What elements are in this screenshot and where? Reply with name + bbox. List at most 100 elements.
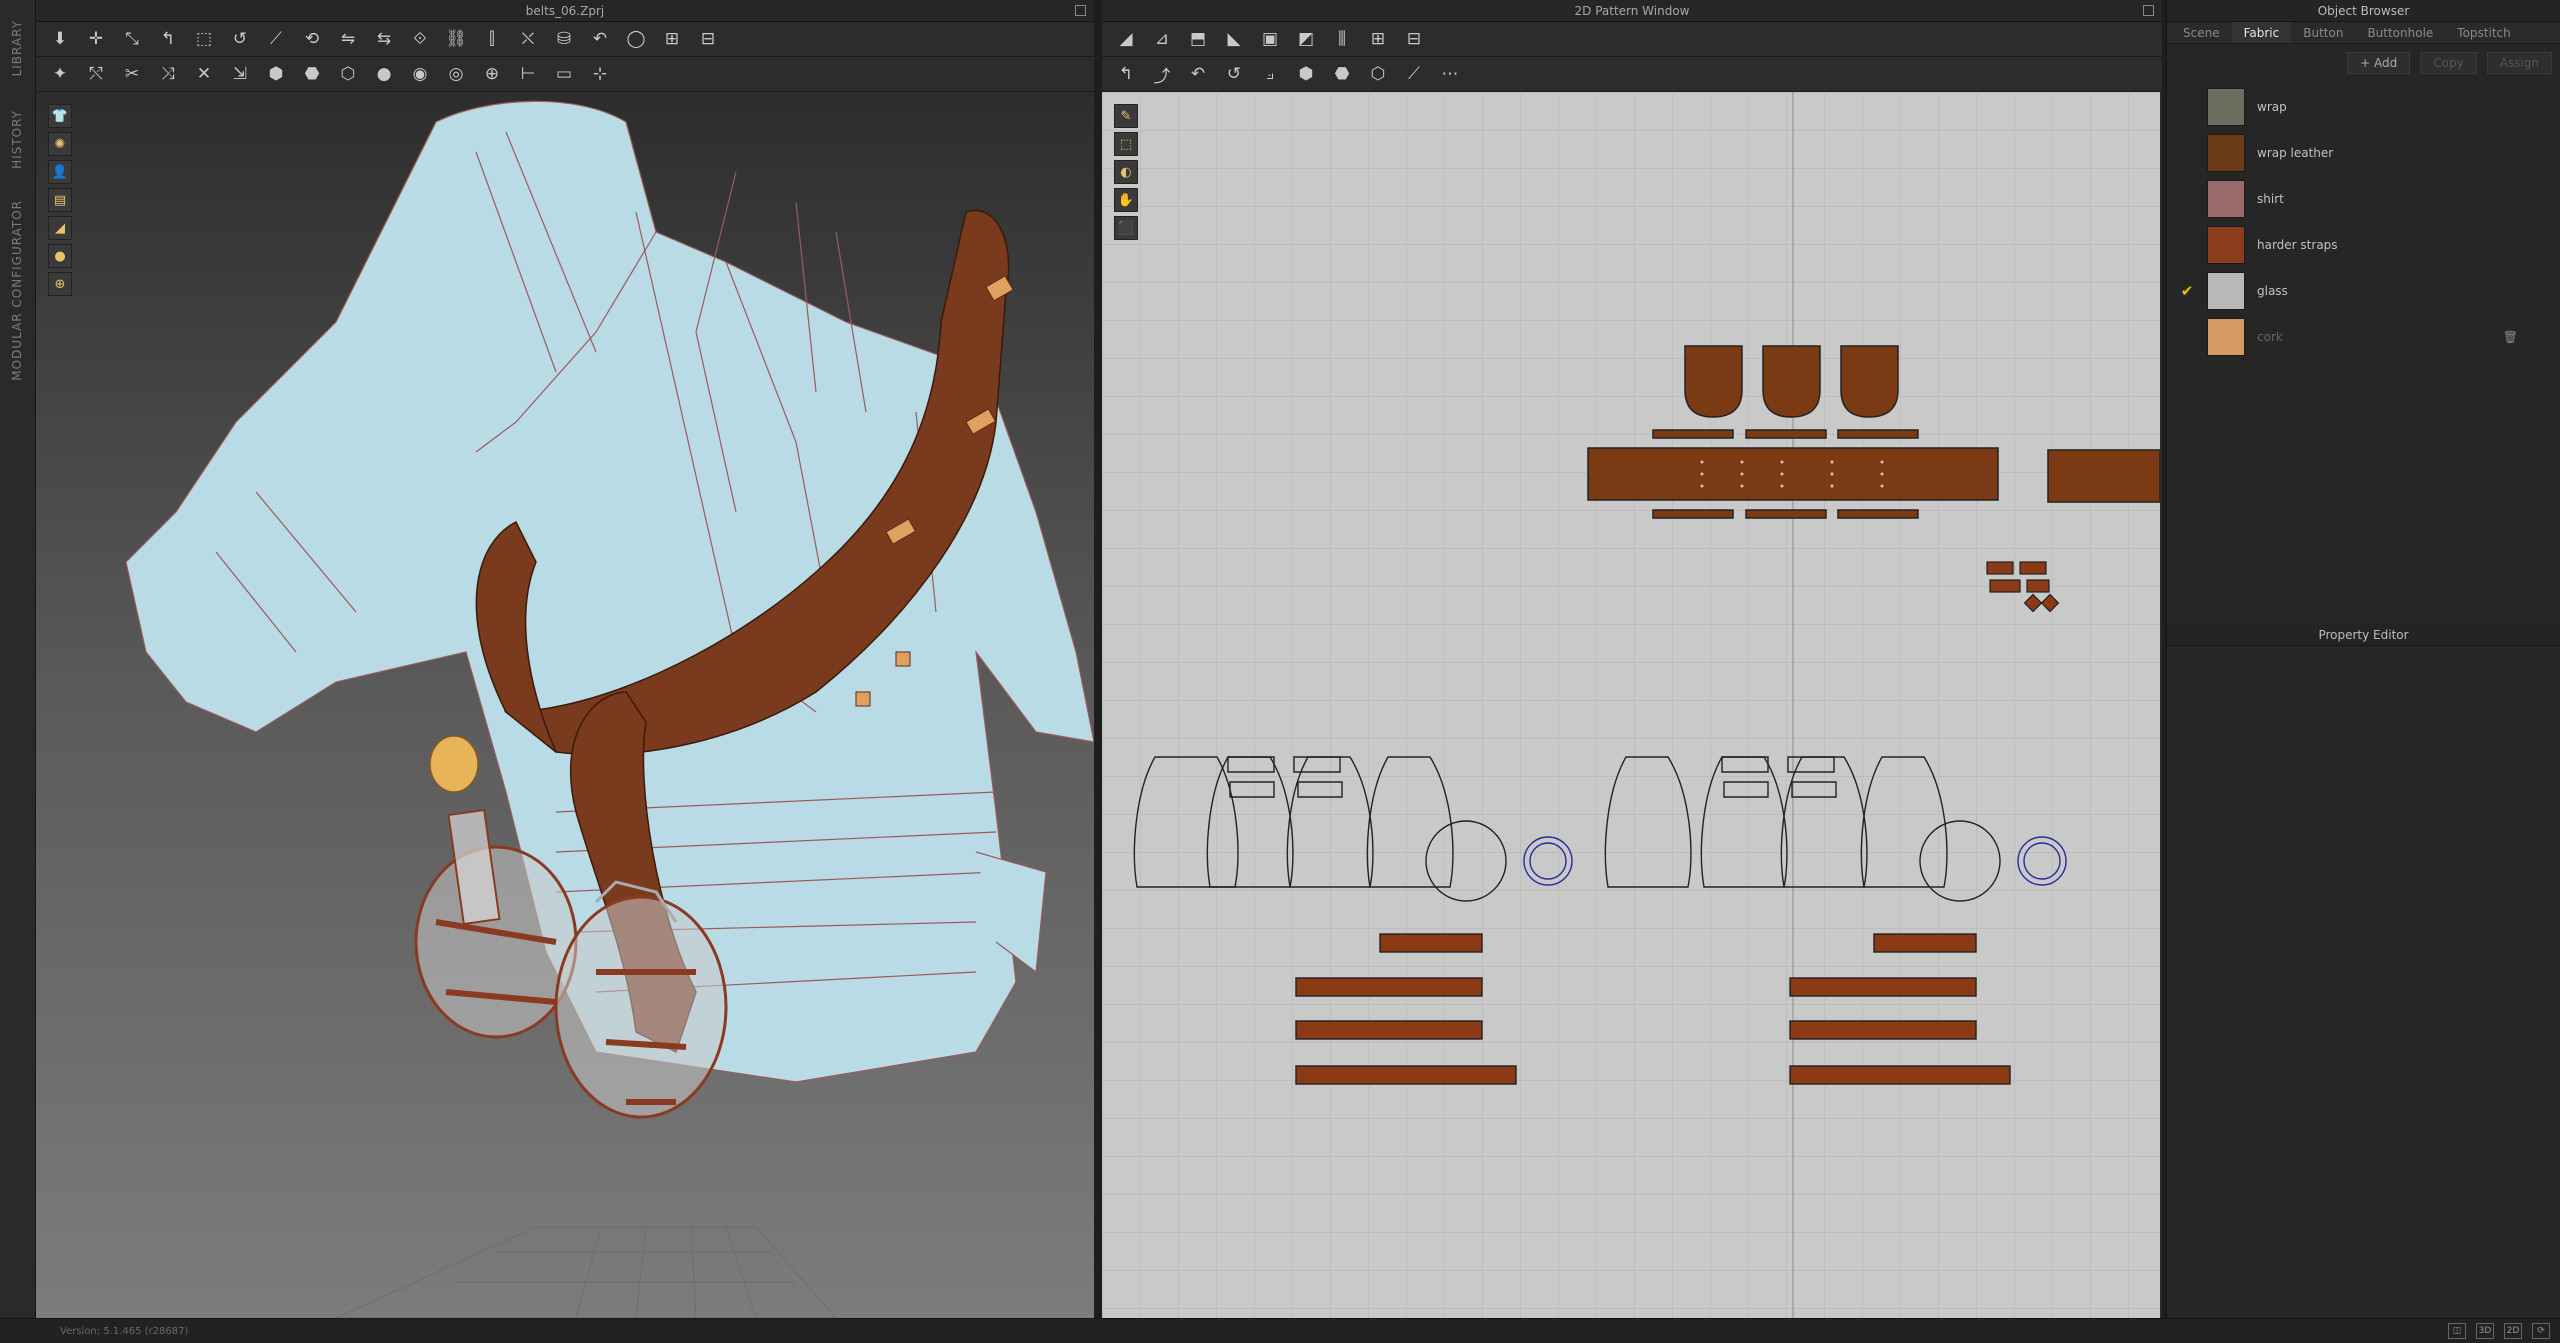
- tab-fabric[interactable]: Fabric: [2231, 22, 2292, 43]
- tab-scene[interactable]: Scene: [2171, 22, 2232, 43]
- popout-icon[interactable]: [1075, 5, 1086, 16]
- t3r1-tool-18-icon[interactable]: ⊟: [694, 25, 722, 53]
- v3tools-tool-2-icon[interactable]: 👤: [48, 160, 72, 184]
- t2r1-tool-0-icon[interactable]: ◢: [1112, 25, 1140, 53]
- assign-fabric-button[interactable]: Assign: [2486, 52, 2552, 74]
- t2r2-tool-7-icon[interactable]: ⬡: [1364, 60, 1392, 88]
- t3r1-tool-1-icon[interactable]: ✛: [82, 25, 110, 53]
- v2tools-tool-0-icon[interactable]: ✎: [1114, 104, 1138, 128]
- t2r2-tool-1-icon[interactable]: ⤴: [1148, 60, 1176, 88]
- tab-button[interactable]: Button: [2291, 22, 2355, 43]
- fabric-swatch[interactable]: [2207, 180, 2245, 218]
- fabric-item[interactable]: wrap: [2167, 84, 2560, 130]
- t2r1-tool-6-icon[interactable]: ⫼: [1328, 25, 1356, 53]
- t3r1-tool-13-icon[interactable]: ⛌: [514, 25, 542, 53]
- t3r2-tool-0-icon[interactable]: ✦: [46, 60, 74, 88]
- t3r1-tool-17-icon[interactable]: ⊞: [658, 25, 686, 53]
- fabric-swatch[interactable]: [2207, 134, 2245, 172]
- history-tab[interactable]: HISTORY: [10, 110, 24, 169]
- 3d-viewport[interactable]: 👕 ✺ 👤 ▤ ◢ ● ⊕: [36, 92, 1094, 1318]
- v3tools-tool-1-icon[interactable]: ✺: [48, 132, 72, 156]
- fabric-item[interactable]: wrap leather: [2167, 130, 2560, 176]
- t2r2-tool-2-icon[interactable]: ↶: [1184, 60, 1212, 88]
- t3r2-tool-4-icon[interactable]: ✕: [190, 60, 218, 88]
- t3r1-tool-5-icon[interactable]: ↺: [226, 25, 254, 53]
- t3r1-tool-10-icon[interactable]: ⟐: [406, 25, 434, 53]
- t3r1-tool-8-icon[interactable]: ⇋: [334, 25, 362, 53]
- view-mode-button-0[interactable]: ◫: [2448, 1323, 2466, 1339]
- t2r2-tool-4-icon[interactable]: ⟓: [1256, 60, 1284, 88]
- t3r2-tool-6-icon[interactable]: ⬢: [262, 60, 290, 88]
- t3r2-tool-10-icon[interactable]: ◉: [406, 60, 434, 88]
- t2r1-tool-4-icon[interactable]: ▣: [1256, 25, 1284, 53]
- fabric-swatch[interactable]: [2207, 226, 2245, 264]
- t3r2-tool-2-icon[interactable]: ✂: [118, 60, 146, 88]
- t3r1-tool-12-icon[interactable]: ⫿: [478, 25, 506, 53]
- t2r1-tool-2-icon[interactable]: ⬒: [1184, 25, 1212, 53]
- 2d-viewport[interactable]: ✎ ⬚ ◐ ✋ ⬛: [1102, 92, 2160, 1318]
- modular-configurator-tab[interactable]: MODULAR CONFIGURATOR: [10, 200, 24, 381]
- t2r1-tool-8-icon[interactable]: ⊟: [1400, 25, 1428, 53]
- t2r1-tool-1-icon[interactable]: ⊿: [1148, 25, 1176, 53]
- 2d-window-title: 2D Pattern Window: [1574, 4, 1690, 18]
- t3r1-tool-4-icon[interactable]: ⬚: [190, 25, 218, 53]
- t3r2-tool-8-icon[interactable]: ⬡: [334, 60, 362, 88]
- t3r2-tool-12-icon[interactable]: ⊕: [478, 60, 506, 88]
- fabric-item[interactable]: cork 🗑: [2167, 314, 2560, 360]
- view-mode-button-2[interactable]: 2D: [2504, 1323, 2522, 1339]
- t2r2-tool-6-icon[interactable]: ⬣: [1328, 60, 1356, 88]
- t3r1-tool-6-icon[interactable]: ⟋: [262, 25, 290, 53]
- fabric-item[interactable]: ✔ glass: [2167, 268, 2560, 314]
- t2r1-tool-3-icon[interactable]: ◣: [1220, 25, 1248, 53]
- t3r2-tool-11-icon[interactable]: ◎: [442, 60, 470, 88]
- v3tools-tool-3-icon[interactable]: ▤: [48, 188, 72, 212]
- fabric-item[interactable]: shirt: [2167, 176, 2560, 222]
- t3r1-tool-3-icon[interactable]: ↰: [154, 25, 182, 53]
- t2r2-tool-9-icon[interactable]: ⋯: [1436, 60, 1464, 88]
- t2r2-tool-8-icon[interactable]: ⟋: [1400, 60, 1428, 88]
- add-fabric-button[interactable]: + Add: [2347, 52, 2411, 74]
- v3tools-tool-4-icon[interactable]: ◢: [48, 216, 72, 240]
- t3r1-tool-14-icon[interactable]: ⛁: [550, 25, 578, 53]
- t3r1-tool-11-icon[interactable]: ⛓: [442, 25, 470, 53]
- t3r2-tool-5-icon[interactable]: ⇲: [226, 60, 254, 88]
- t2r2-tool-5-icon[interactable]: ⬢: [1292, 60, 1320, 88]
- tab-buttonhole[interactable]: Buttonhole: [2355, 22, 2445, 43]
- v2tools-tool-2-icon[interactable]: ◐: [1114, 160, 1138, 184]
- copy-fabric-button[interactable]: Copy: [2420, 52, 2477, 74]
- t2r2-tool-0-icon[interactable]: ↰: [1112, 60, 1140, 88]
- t3r2-tool-13-icon[interactable]: ⊢: [514, 60, 542, 88]
- view-mode-button-3[interactable]: ⟳: [2532, 1323, 2550, 1339]
- fabric-swatch[interactable]: [2207, 88, 2245, 126]
- v3tools-tool-6-icon[interactable]: ⊕: [48, 272, 72, 296]
- fabric-swatch[interactable]: [2207, 272, 2245, 310]
- t3r1-tool-0-icon[interactable]: ⬇: [46, 25, 74, 53]
- t3r2-tool-14-icon[interactable]: ▭: [550, 60, 578, 88]
- t3r2-tool-1-icon[interactable]: ⤲: [82, 60, 110, 88]
- v2tools-tool-1-icon[interactable]: ⬚: [1114, 132, 1138, 156]
- v2tools-tool-4-icon[interactable]: ⬛: [1114, 216, 1138, 240]
- t3r1-tool-2-icon[interactable]: ⤡: [118, 25, 146, 53]
- popout-icon[interactable]: [2143, 5, 2154, 16]
- fabric-swatch[interactable]: [2207, 318, 2245, 356]
- fabric-item[interactable]: harder straps: [2167, 222, 2560, 268]
- t3r1-tool-9-icon[interactable]: ⇆: [370, 25, 398, 53]
- 2d-pattern-pieces: [1133, 92, 2160, 1318]
- v2tools-tool-3-icon[interactable]: ✋: [1114, 188, 1138, 212]
- t2r2-tool-3-icon[interactable]: ↺: [1220, 60, 1248, 88]
- t2r1-tool-5-icon[interactable]: ◩: [1292, 25, 1320, 53]
- t3r1-tool-16-icon[interactable]: ◯: [622, 25, 650, 53]
- t3r2-tool-9-icon[interactable]: ●: [370, 60, 398, 88]
- view-mode-button-1[interactable]: 3D: [2476, 1323, 2494, 1339]
- trash-icon[interactable]: 🗑: [2503, 330, 2518, 344]
- library-tab[interactable]: LIBRARY: [10, 20, 24, 76]
- t3r1-tool-15-icon[interactable]: ↶: [586, 25, 614, 53]
- v3tools-tool-0-icon[interactable]: 👕: [48, 104, 72, 128]
- t3r2-tool-15-icon[interactable]: ⊹: [586, 60, 614, 88]
- t2r1-tool-7-icon[interactable]: ⊞: [1364, 25, 1392, 53]
- t3r2-tool-7-icon[interactable]: ⬣: [298, 60, 326, 88]
- tab-topstitch[interactable]: Topstitch: [2445, 22, 2522, 43]
- t3r1-tool-7-icon[interactable]: ⟲: [298, 25, 326, 53]
- t3r2-tool-3-icon[interactable]: ⤨: [154, 60, 182, 88]
- v3tools-tool-5-icon[interactable]: ●: [48, 244, 72, 268]
